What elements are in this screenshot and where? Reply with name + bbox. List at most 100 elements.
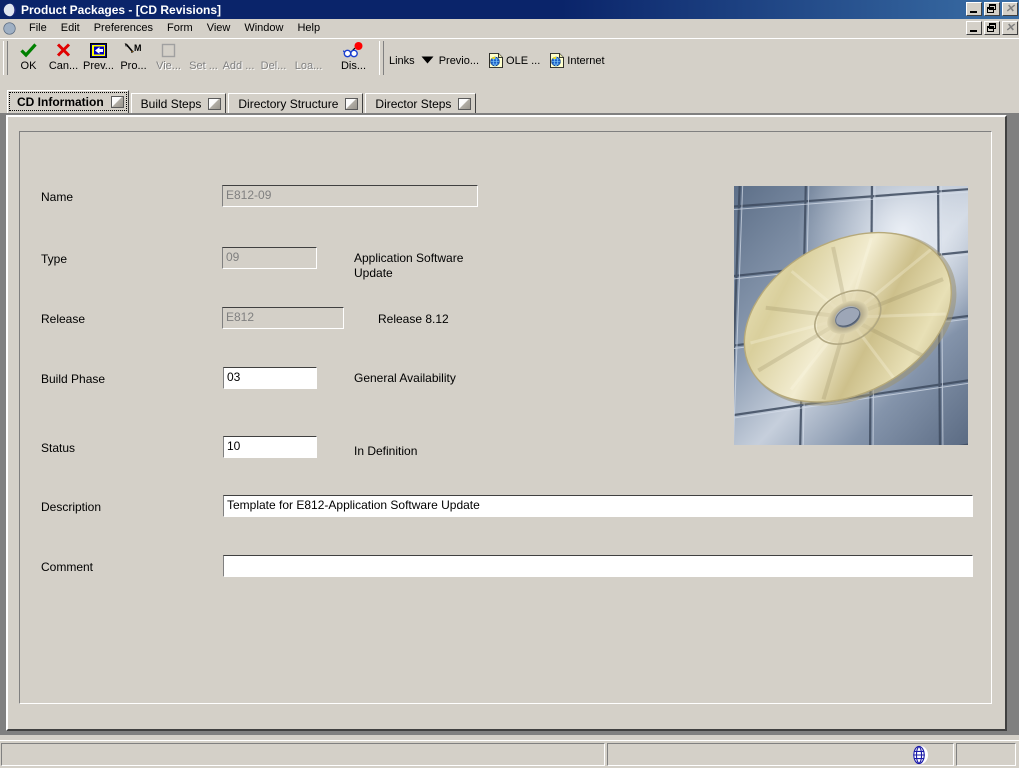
cd-revisions-form-window: Name E812-09 Type 09 Application Softwar… xyxy=(6,115,1007,731)
dogear-icon xyxy=(208,98,221,110)
cd-artwork-image xyxy=(734,186,968,445)
status-input[interactable]: 10 xyxy=(223,436,317,458)
window-controls: ✕ xyxy=(966,2,1018,16)
name-label: Name xyxy=(41,190,73,204)
tab-strip: CD Information Build Steps Directory Str… xyxy=(0,90,1019,113)
toolbar-properties-label: Pro... xyxy=(120,60,146,73)
mdi-minimize-button[interactable] xyxy=(966,21,982,35)
toolbar-load-label: Loa... xyxy=(295,60,323,73)
tab-director-steps-label: Director Steps xyxy=(375,97,451,111)
link-ole-label: OLE ... xyxy=(506,55,540,67)
description-label: Description xyxy=(41,500,101,514)
chevron-down-icon[interactable] xyxy=(421,55,434,67)
previous-icon xyxy=(90,41,107,59)
svg-text:M: M xyxy=(134,43,142,53)
moon-icon xyxy=(3,3,17,17)
status-pane-2 xyxy=(607,743,954,766)
toolbar-add-button: Add ... xyxy=(221,39,256,75)
type-input[interactable]: 09 xyxy=(222,247,317,269)
title-bar: Product Packages - [CD Revisions] ✕ xyxy=(0,0,1019,19)
menu-item-preferences[interactable]: Preferences xyxy=(87,21,160,35)
release-input[interactable]: E812 xyxy=(222,307,344,329)
check-icon xyxy=(20,41,37,59)
menu-item-form[interactable]: Form xyxy=(160,21,200,35)
menu-item-file[interactable]: File xyxy=(22,21,54,35)
status-label: Status xyxy=(41,441,75,455)
tab-director-steps[interactable]: Director Steps xyxy=(365,93,476,113)
toolbar-delete-button: Del... xyxy=(256,39,291,75)
menu-item-view[interactable]: View xyxy=(200,21,238,35)
toolbar-add-label: Add ... xyxy=(223,60,255,73)
close-button[interactable]: ✕ xyxy=(1002,2,1018,16)
globe-doc-icon xyxy=(489,53,503,68)
link-ole[interactable]: OLE ... xyxy=(489,53,540,68)
moon-icon[interactable] xyxy=(3,22,16,35)
toolbar-view-button: Vie... xyxy=(151,39,186,75)
status-pane-3 xyxy=(956,743,1016,766)
release-label: Release xyxy=(41,312,85,326)
menu-item-edit[interactable]: Edit xyxy=(54,21,87,35)
toolbar-ok-label: OK xyxy=(21,60,37,73)
link-internet-label: Internet xyxy=(567,55,604,67)
comment-input[interactable] xyxy=(223,555,973,577)
mdi-child-window-controls: ✕ xyxy=(966,21,1018,35)
link-internet[interactable]: Internet xyxy=(550,53,604,68)
toolbar-grip[interactable] xyxy=(3,41,8,75)
build-phase-input[interactable]: 03 xyxy=(223,367,317,389)
x-icon xyxy=(56,41,71,59)
mdi-restore-button[interactable] xyxy=(984,21,1000,35)
properties-icon: M xyxy=(124,41,143,59)
description-input[interactable]: Template for E812-Application Software U… xyxy=(223,495,973,517)
view-icon xyxy=(161,41,176,59)
minimize-button[interactable] xyxy=(966,2,982,16)
comment-label: Comment xyxy=(41,560,93,574)
display-icon xyxy=(343,41,365,59)
links-label: Links xyxy=(389,55,415,67)
menu-item-help[interactable]: Help xyxy=(290,21,327,35)
globe-doc-icon xyxy=(550,53,564,68)
mdi-close-button[interactable]: ✕ xyxy=(1002,21,1018,35)
dogear-icon xyxy=(458,98,471,110)
dogear-icon xyxy=(111,96,124,108)
toolbar: OK Can... Prev... xyxy=(0,38,1019,79)
toolbar-cancel-label: Can... xyxy=(49,60,78,73)
toolbar-display-label: Dis... xyxy=(341,60,366,73)
tab-directory-structure-label: Directory Structure xyxy=(238,97,338,111)
toolbar-load-button: Loa... xyxy=(291,39,326,75)
toolbar-previous-label: Prev... xyxy=(83,60,114,73)
links-toolbar-grip[interactable] xyxy=(379,41,384,75)
status-pane-1 xyxy=(1,743,605,766)
toolbar-cancel-button[interactable]: Can... xyxy=(46,39,81,75)
mdi-client-area: Name E812-09 Type 09 Application Softwar… xyxy=(0,113,1019,735)
build-phase-label: Build Phase xyxy=(41,372,105,386)
application-window: Product Packages - [CD Revisions] ✕ File… xyxy=(0,0,1019,768)
restore-button[interactable] xyxy=(984,2,1000,16)
globe-icon xyxy=(912,745,929,765)
tab-build-steps-label: Build Steps xyxy=(141,97,202,111)
window-title: Product Packages - [CD Revisions] xyxy=(21,3,221,17)
menu-bar: File Edit Preferences Form View Window H… xyxy=(0,19,1019,38)
links-toolbar: Links Previo... OLE ... xyxy=(387,39,615,75)
toolbar-view-label: Vie... xyxy=(156,60,181,73)
toolbar-settings-label: Set ... xyxy=(189,60,218,73)
tab-directory-structure[interactable]: Directory Structure xyxy=(228,93,363,113)
status-bar xyxy=(0,740,1019,768)
toolbar-delete-label: Del... xyxy=(261,60,287,73)
name-input[interactable]: E812-09 xyxy=(222,185,478,207)
build-phase-description: General Availability xyxy=(354,371,456,386)
tab-build-steps[interactable]: Build Steps xyxy=(131,93,227,113)
dogear-icon xyxy=(345,98,358,110)
toolbar-display-button[interactable]: Dis... xyxy=(336,39,371,75)
tab-cd-information[interactable]: CD Information xyxy=(7,90,129,113)
type-description: Application Software Update xyxy=(354,251,484,281)
link-previous-label: Previo... xyxy=(439,55,479,67)
tab-cd-information-label: CD Information xyxy=(17,95,104,109)
link-previous[interactable]: Previo... xyxy=(439,55,479,67)
menu-item-window[interactable]: Window xyxy=(237,21,290,35)
release-description: Release 8.12 xyxy=(378,312,449,327)
type-label: Type xyxy=(41,252,67,266)
toolbar-ok-button[interactable]: OK xyxy=(11,39,46,75)
toolbar-settings-button: Set ... xyxy=(186,39,221,75)
toolbar-previous-button[interactable]: Prev... xyxy=(81,39,116,75)
toolbar-properties-button[interactable]: M Pro... xyxy=(116,39,151,75)
